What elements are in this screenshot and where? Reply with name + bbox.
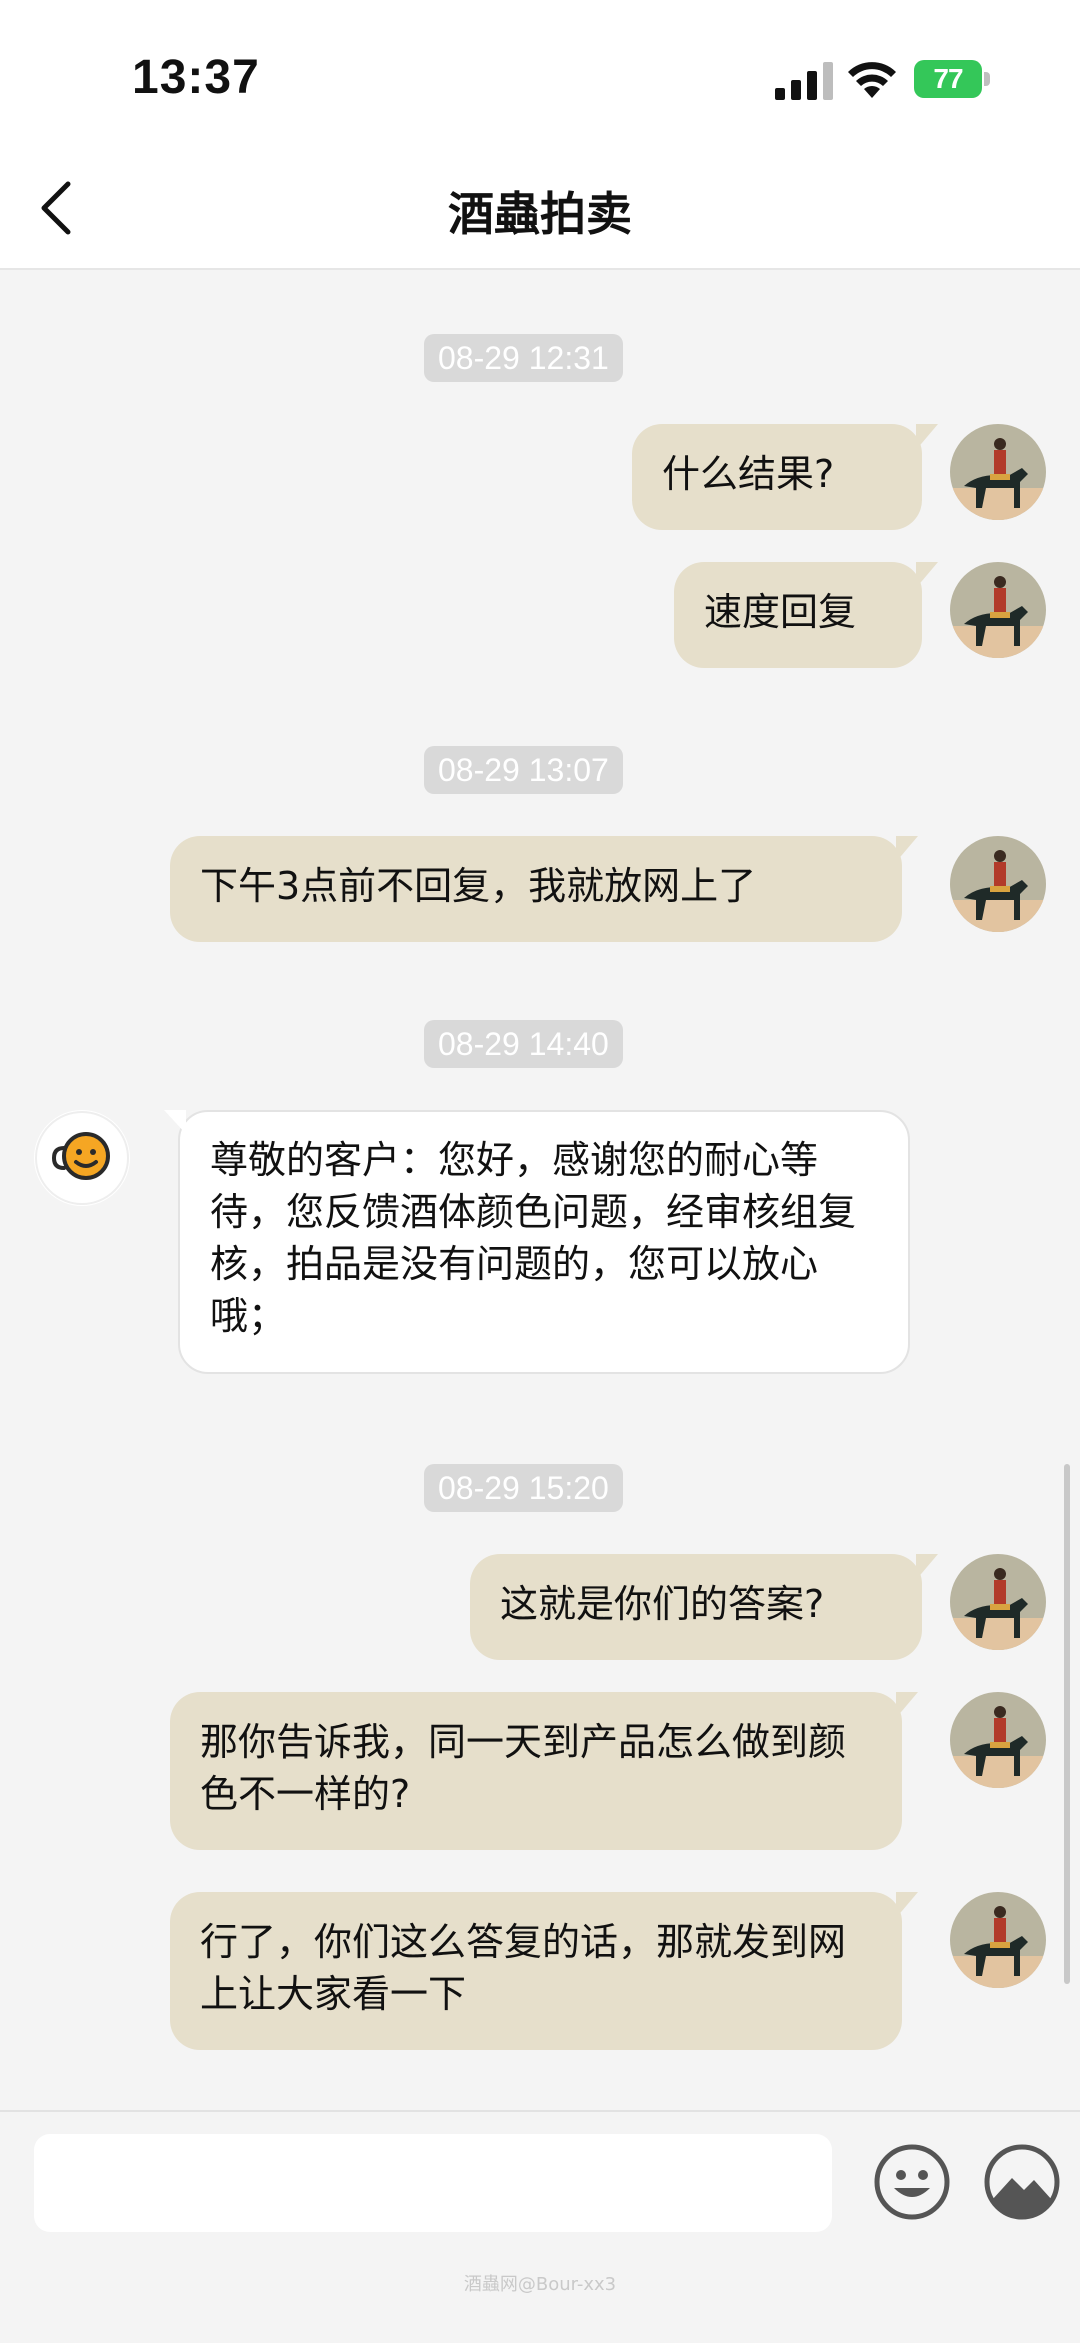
incoming-message[interactable]: 尊敬的客户：您好，感谢您的耐心等待，您反馈酒体颜色问题，经审核组复核，拍品是没有… <box>164 1110 910 1374</box>
bubble-tail <box>916 424 938 450</box>
outgoing-message[interactable]: 速度回复 <box>674 562 938 668</box>
outgoing-message[interactable]: 下午3点前不回复，我就放网上了 <box>170 836 918 942</box>
timestamp: 08-29 13:07 <box>424 746 623 794</box>
watermark-text: 酒蟲网@Bour-xx3 <box>463 2274 617 2295</box>
smiley-icon[interactable] <box>872 2142 952 2222</box>
user-avatar[interactable] <box>950 424 1046 520</box>
horse-rider-avatar <box>950 424 1046 520</box>
message-text: 速度回复 <box>704 590 857 634</box>
nav-bar: 酒蟲拍卖 <box>0 150 1080 270</box>
bubble-tail <box>896 836 918 862</box>
user-avatar[interactable] <box>950 1692 1046 1788</box>
message-input[interactable] <box>34 2134 832 2232</box>
user-avatar[interactable] <box>950 836 1046 932</box>
outgoing-message[interactable]: 什么结果? <box>632 424 938 530</box>
scrollbar[interactable] <box>1064 1464 1070 1984</box>
message-text: 下午3点前不回复，我就放网上了 <box>200 864 757 908</box>
outgoing-message[interactable]: 行了，你们这么答复的话，那就发到网上让大家看一下 <box>170 1892 918 2050</box>
timestamp: 08-29 14:40 <box>424 1020 623 1068</box>
horse-rider-avatar <box>950 1692 1046 1788</box>
message-text: 行了，你们这么答复的话，那就发到网上让大家看一下 <box>200 1920 847 2016</box>
horse-rider-avatar <box>950 1554 1046 1650</box>
bubble-tail <box>916 1554 938 1580</box>
bubble-tail <box>916 562 938 588</box>
status-time: 13:37 <box>132 51 260 104</box>
message-text: 那你告诉我，同一天到产品怎么做到颜色不一样的? <box>200 1720 847 1816</box>
bubble-tail <box>896 1692 918 1718</box>
horse-rider-avatar <box>950 562 1046 658</box>
horse-rider-avatar <box>950 1892 1046 1988</box>
service-avatar[interactable] <box>34 1110 130 1206</box>
message-text: 这就是你们的答案? <box>500 1582 825 1626</box>
battery-cap <box>984 72 990 86</box>
user-avatar[interactable] <box>950 562 1046 658</box>
status-bar: 13:37 77 <box>0 0 1080 150</box>
battery-level: 77 <box>933 63 963 94</box>
outgoing-message[interactable]: 这就是你们的答案? <box>470 1554 938 1660</box>
message-text: 尊敬的客户：您好，感谢您的耐心等待，您反馈酒体颜色问题，经审核组复核，拍品是没有… <box>210 1138 857 1338</box>
image-icon[interactable] <box>982 2142 1062 2222</box>
page-title: 酒蟲拍卖 <box>448 187 632 241</box>
bubble-tail <box>164 1110 186 1134</box>
user-avatar[interactable] <box>950 1554 1046 1650</box>
outgoing-message[interactable]: 那你告诉我，同一天到产品怎么做到颜色不一样的? <box>170 1692 918 1850</box>
battery-indicator: 77 <box>914 60 982 98</box>
composer-bar: 酒蟲网@Bour-xx3 <box>0 2110 1080 2343</box>
timestamp: 08-29 15:20 <box>424 1464 623 1512</box>
horse-rider-avatar <box>950 836 1046 932</box>
cellular-signal-icon <box>775 62 833 100</box>
timestamp: 08-29 12:31 <box>424 334 623 382</box>
wifi-icon <box>848 62 896 98</box>
chat-smiley-icon <box>35 1111 129 1205</box>
message-text: 什么结果? <box>662 452 835 496</box>
user-avatar[interactable] <box>950 1892 1046 1988</box>
bubble-tail <box>896 1892 918 1918</box>
